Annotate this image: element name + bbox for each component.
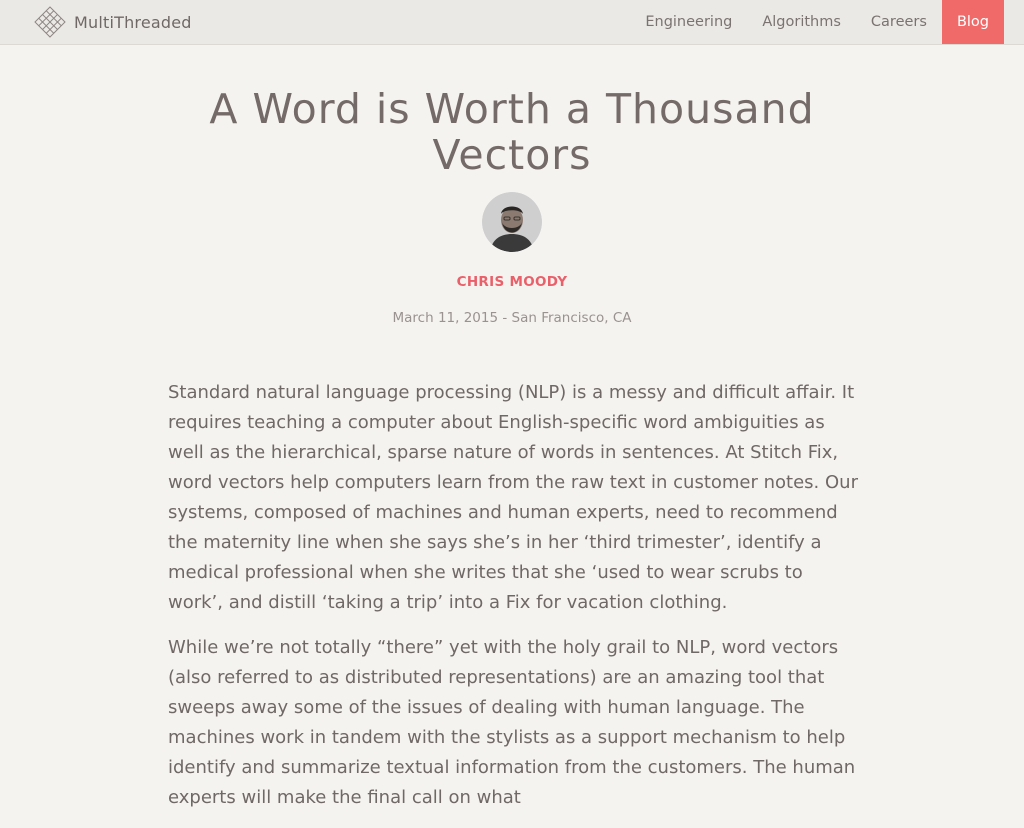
post-paragraph: Standard natural language processing (NL… (168, 382, 858, 613)
post-paragraph: While we’re not totally “there” yet with… (168, 637, 856, 808)
nav-blog[interactable]: Blog (941, 0, 1004, 44)
main-nav: Engineering Algorithms Careers Blog (630, 0, 1004, 44)
post-header: A Word is Worth a Thousand Vectors CHRIS… (0, 86, 1024, 326)
post-body: Standard natural language processing (NL… (168, 378, 858, 828)
nav-engineering[interactable]: Engineering (630, 0, 747, 44)
post-date-location: March 11, 2015 - San Francisco, CA (392, 310, 632, 326)
top-navbar: MultiThreaded Engineering Algorithms Car… (0, 0, 1024, 45)
site-brand-link[interactable]: MultiThreaded (34, 6, 192, 38)
author-name[interactable]: CHRIS MOODY (0, 274, 1024, 290)
post-title: A Word is Worth a Thousand Vectors (209, 85, 815, 179)
nav-algorithms[interactable]: Algorithms (747, 0, 856, 44)
author-avatar (482, 192, 542, 252)
diamond-lattice-icon (34, 6, 66, 38)
site-name: MultiThreaded (74, 12, 192, 32)
nav-careers[interactable]: Careers (856, 0, 942, 44)
